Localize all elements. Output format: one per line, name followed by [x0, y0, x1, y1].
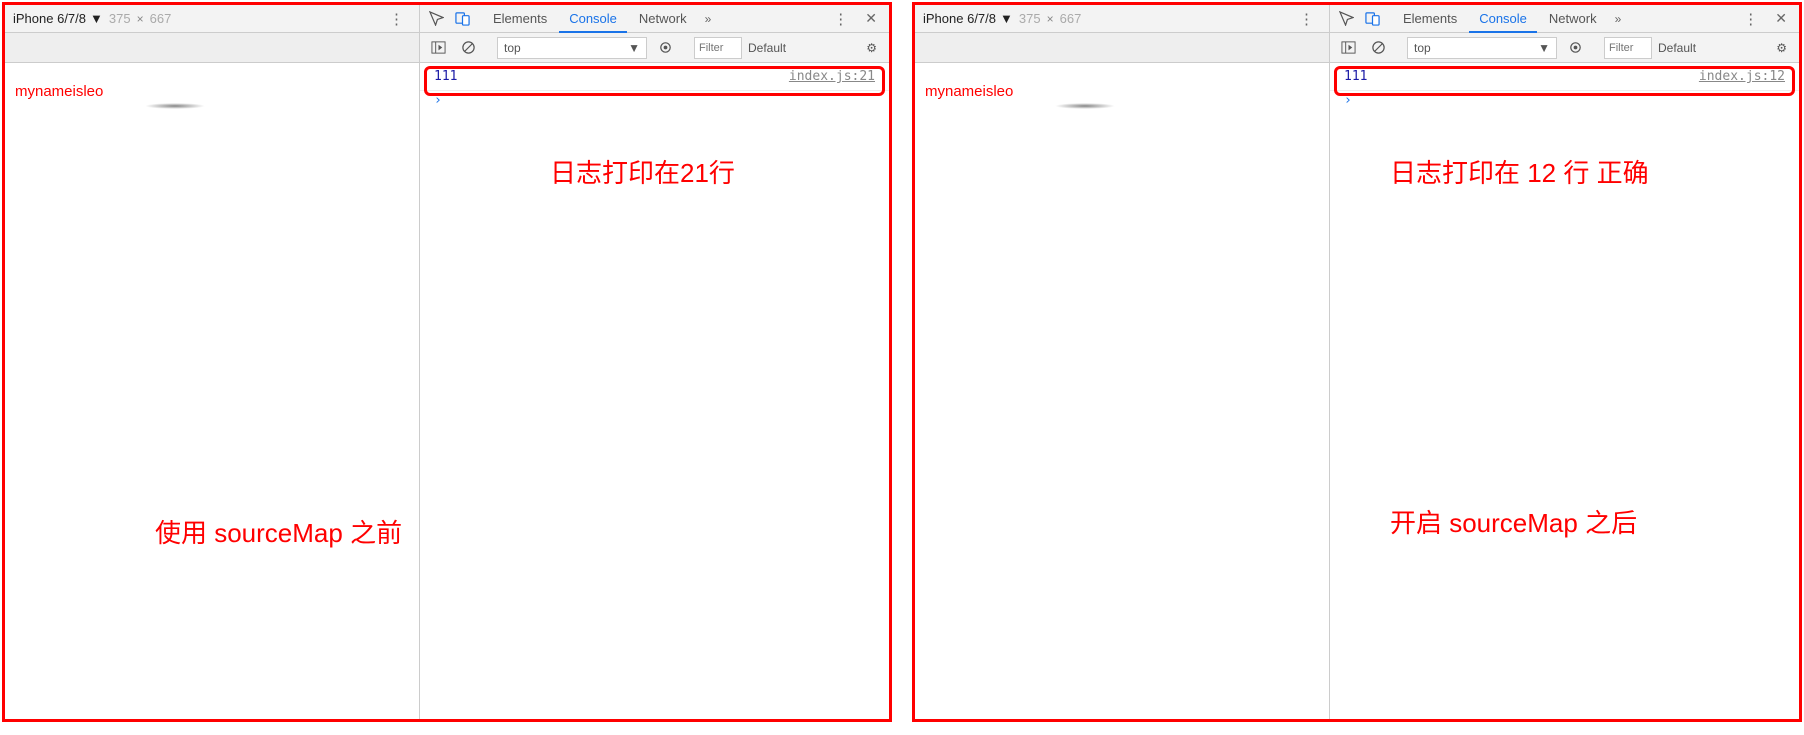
device-name-label: iPhone 6/7/8 [923, 11, 996, 26]
tab-elements[interactable]: Elements [483, 5, 557, 33]
device-selector[interactable]: iPhone 6/7/8 ▼ [13, 11, 103, 26]
console-log-row: 111 index.js:21 [420, 63, 889, 91]
content-area: mynameisleo 使用 sourceMap 之前 111 index.js… [5, 63, 889, 719]
live-expression-icon[interactable] [653, 36, 677, 60]
annotation-main: 开启 sourceMap 之后 [1390, 503, 1637, 540]
overflow-tabs-icon[interactable]: » [1609, 12, 1628, 26]
tab-console[interactable]: Console [1469, 5, 1537, 33]
close-devtools-icon[interactable]: ✕ [1767, 10, 1795, 27]
device-toolbar: iPhone 6/7/8 ▼ 375 × 667 ⋮ [5, 5, 420, 32]
content-area: mynameisleo 111 index.js:12 › 日志打印在 12 行… [915, 63, 1799, 719]
ruler [915, 33, 1330, 62]
close-devtools-icon[interactable]: ✕ [857, 10, 885, 27]
console-prompt[interactable]: › [1330, 91, 1799, 110]
device-viewport: mynameisleo [915, 63, 1330, 719]
annotation-line: 日志打印在21行 [550, 153, 735, 190]
context-label: top [1414, 41, 1431, 55]
devtools-tabbar: Elements Console Network » ⋮ ✕ [420, 5, 889, 32]
console-sidebar-toggle-icon[interactable] [426, 36, 450, 60]
viewport-height[interactable]: 667 [150, 11, 172, 26]
log-level-selector[interactable]: Default [748, 41, 786, 55]
log-message: 111 [1344, 69, 1367, 84]
console-toolbar: top ▼ Default ⚙ [1330, 33, 1799, 62]
ruler [5, 33, 420, 62]
console-filter-input[interactable] [1604, 37, 1652, 59]
console-sidebar-toggle-icon[interactable] [1336, 36, 1360, 60]
panel-after: iPhone 6/7/8 ▼ 375 × 667 ⋮ Elements Cons… [912, 2, 1802, 722]
annotation-line: 日志打印在 12 行 正确 [1390, 153, 1649, 190]
top-toolbar: iPhone 6/7/8 ▼ 375 × 667 ⋮ Elements Cons… [915, 5, 1799, 33]
live-expression-icon[interactable] [1563, 36, 1587, 60]
device-toggle-icon[interactable] [1360, 7, 1384, 31]
kebab-menu-icon[interactable]: ⋮ [1293, 10, 1321, 28]
devtools-tabbar: Elements Console Network » ⋮ ✕ [1330, 5, 1799, 32]
console-settings-icon[interactable]: ⚙ [860, 41, 883, 55]
console-prompt[interactable]: › [420, 91, 889, 110]
devtools-menu-icon[interactable]: ⋮ [827, 10, 855, 28]
log-source-link[interactable]: index.js:12 [1699, 69, 1785, 84]
annotation-main: 使用 sourceMap 之前 [155, 513, 402, 550]
tab-elements[interactable]: Elements [1393, 5, 1467, 33]
chevron-down-icon: ▼ [628, 41, 640, 55]
tab-console[interactable]: Console [559, 5, 627, 33]
chevron-down-icon: ▼ [1538, 41, 1550, 55]
sub-toolbar: top ▼ Default ⚙ [5, 33, 889, 63]
overflow-tabs-icon[interactable]: » [699, 12, 718, 26]
decorative-smudge [145, 103, 205, 109]
device-viewport: mynameisleo 使用 sourceMap 之前 [5, 63, 420, 719]
clear-console-icon[interactable] [456, 36, 480, 60]
console-output: 111 index.js:21 › 日志打印在21行 [420, 63, 889, 719]
device-selector[interactable]: iPhone 6/7/8 ▼ [923, 11, 1013, 26]
viewport-width[interactable]: 375 [1019, 11, 1041, 26]
context-selector[interactable]: top ▼ [1407, 37, 1557, 59]
clear-console-icon[interactable] [1366, 36, 1390, 60]
times-icon: × [137, 12, 144, 26]
console-filter-input[interactable] [694, 37, 742, 59]
device-toggle-icon[interactable] [450, 7, 474, 31]
console-settings-icon[interactable]: ⚙ [1770, 41, 1793, 55]
console-log-row: 111 index.js:12 [1330, 63, 1799, 91]
context-label: top [504, 41, 521, 55]
chevron-down-icon: ▼ [1000, 11, 1013, 26]
device-toolbar: iPhone 6/7/8 ▼ 375 × 667 ⋮ [915, 5, 1330, 32]
context-selector[interactable]: top ▼ [497, 37, 647, 59]
inspect-element-icon[interactable] [1334, 7, 1358, 31]
log-level-selector[interactable]: Default [1658, 41, 1696, 55]
times-icon: × [1047, 12, 1054, 26]
device-name-label: iPhone 6/7/8 [13, 11, 86, 26]
sub-toolbar: top ▼ Default ⚙ [915, 33, 1799, 63]
console-output: 111 index.js:12 › 日志打印在 12 行 正确 开启 sourc… [1330, 63, 1799, 719]
devtools-menu-icon[interactable]: ⋮ [1737, 10, 1765, 28]
page-content-text: mynameisleo [15, 83, 409, 100]
kebab-menu-icon[interactable]: ⋮ [383, 10, 411, 28]
viewport-height[interactable]: 667 [1060, 11, 1082, 26]
viewport-width[interactable]: 375 [109, 11, 131, 26]
decorative-smudge [1055, 103, 1115, 109]
console-toolbar: top ▼ Default ⚙ [420, 33, 889, 62]
log-message: 111 [434, 69, 457, 84]
page-content-text: mynameisleo [925, 83, 1319, 100]
tab-network[interactable]: Network [629, 5, 697, 33]
panel-before: iPhone 6/7/8 ▼ 375 × 667 ⋮ Elements Cons… [2, 2, 892, 722]
tab-network[interactable]: Network [1539, 5, 1607, 33]
log-source-link[interactable]: index.js:21 [789, 69, 875, 84]
inspect-element-icon[interactable] [424, 7, 448, 31]
chevron-down-icon: ▼ [90, 11, 103, 26]
top-toolbar: iPhone 6/7/8 ▼ 375 × 667 ⋮ Elements Cons… [5, 5, 889, 33]
